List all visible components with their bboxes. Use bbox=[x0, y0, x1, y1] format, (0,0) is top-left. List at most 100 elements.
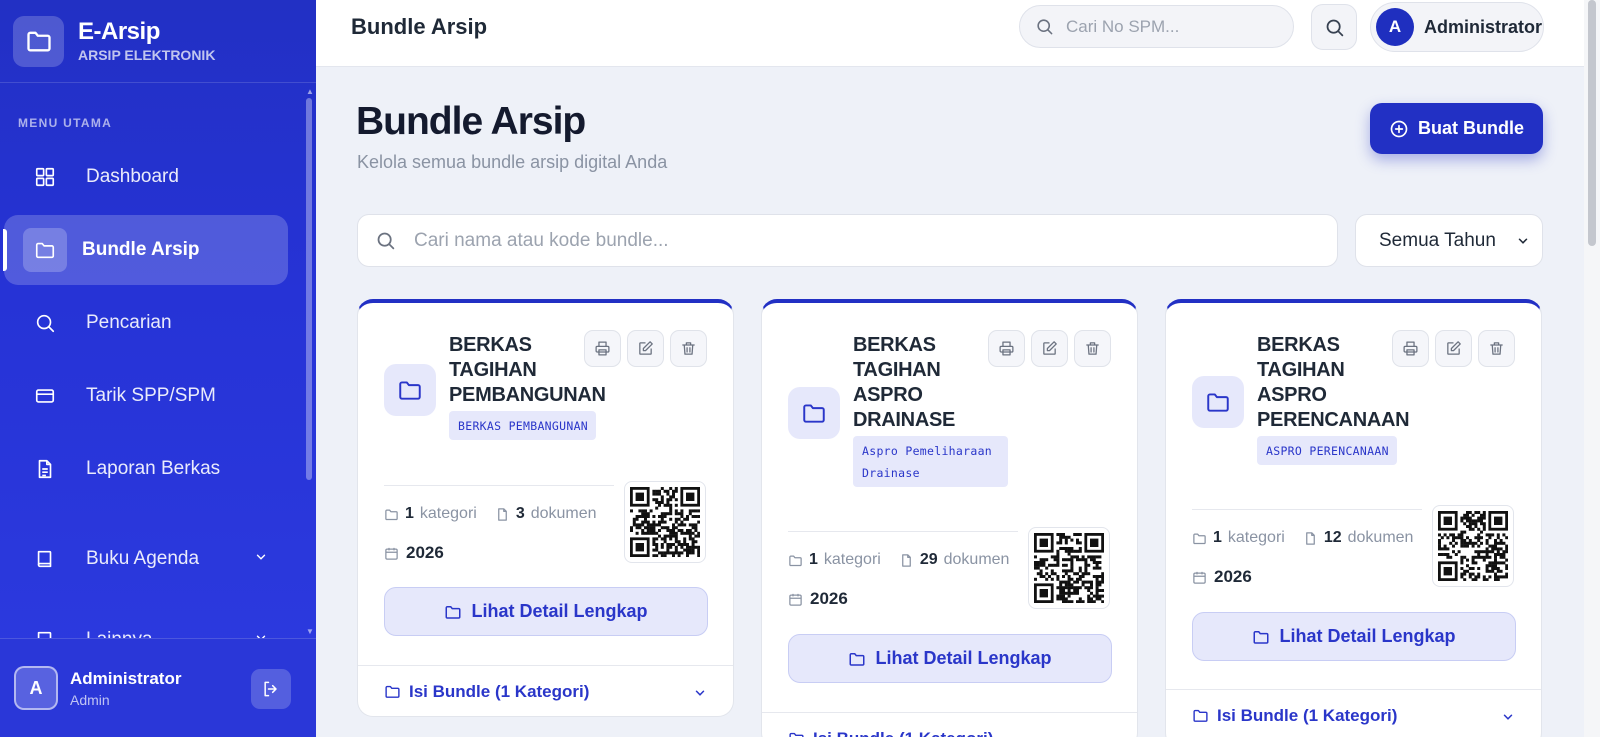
page-scroll-thumb[interactable] bbox=[1588, 0, 1596, 246]
view-detail-label: Lihat Detail Lengkap bbox=[875, 648, 1052, 668]
bundle-contents-label: Isi Bundle (1 Kategori) bbox=[1217, 705, 1398, 725]
qr-code-image bbox=[630, 487, 700, 557]
folder-icon bbox=[23, 228, 67, 272]
folder-icon bbox=[789, 732, 804, 737]
sidebar-item-laporan-berkas[interactable]: Laporan Berkas bbox=[4, 434, 288, 504]
bundle-card: BERKAS TAGIHAN PEMBANGUNAN BERKAS PEMBAN… bbox=[357, 299, 734, 717]
printer-icon bbox=[999, 341, 1014, 356]
search-icon bbox=[28, 306, 62, 340]
page-subheading: Kelola semua bundle arsip digital Anda bbox=[357, 152, 668, 172]
document-icon bbox=[497, 507, 507, 521]
avatar: A bbox=[1376, 8, 1414, 46]
kategori-count: 1 bbox=[1213, 529, 1222, 546]
qr-code[interactable] bbox=[1432, 505, 1514, 587]
kategori-label: kategori bbox=[823, 551, 881, 568]
divider bbox=[788, 531, 1018, 532]
folder-icon bbox=[1192, 376, 1244, 428]
bundle-search-input[interactable] bbox=[414, 229, 1294, 252]
view-detail-button[interactable]: Lihat Detail Lengkap bbox=[1192, 612, 1516, 661]
user-name: Administrator bbox=[1424, 16, 1543, 37]
print-button[interactable] bbox=[988, 330, 1025, 367]
create-bundle-button[interactable]: Buat Bundle bbox=[1370, 103, 1543, 154]
qr-code-image bbox=[1034, 533, 1104, 603]
document-icon bbox=[1305, 531, 1315, 545]
page-scrollbar[interactable] bbox=[1584, 0, 1600, 737]
edit-button[interactable] bbox=[627, 330, 664, 367]
menu-heading: MENU UTAMA bbox=[18, 116, 113, 130]
delete-button[interactable] bbox=[1074, 330, 1111, 367]
bundle-counts: 1 kategori 29 dokumen bbox=[788, 551, 1009, 569]
sidebar-item-tarik-spp-spm[interactable]: Tarik SPP/SPM bbox=[4, 361, 288, 431]
avatar[interactable]: A bbox=[14, 666, 58, 710]
book-icon bbox=[28, 542, 62, 576]
view-detail-label: Lihat Detail Lengkap bbox=[471, 601, 648, 621]
edit-icon bbox=[1043, 341, 1057, 355]
edit-button[interactable] bbox=[1435, 330, 1472, 367]
sidebar-scroll-thumb[interactable] bbox=[306, 98, 312, 480]
calendar-icon bbox=[385, 547, 398, 560]
bundle-year-value: 2026 bbox=[406, 543, 444, 562]
bundle-contents-toggle[interactable]: Isi Bundle (1 Kategori) bbox=[358, 665, 733, 717]
user-menu[interactable]: A Administrator bbox=[1370, 2, 1544, 52]
app-subtitle: ARSIP ELEKTRONIK bbox=[78, 47, 216, 63]
bundle-search[interactable] bbox=[357, 214, 1338, 267]
qr-code[interactable] bbox=[624, 481, 706, 563]
chevron-down-icon bbox=[1503, 714, 1513, 720]
search-button[interactable] bbox=[1311, 4, 1357, 50]
kategori-label: kategori bbox=[1227, 529, 1285, 546]
edit-icon bbox=[1447, 341, 1461, 355]
trash-icon bbox=[1490, 342, 1503, 355]
edit-button[interactable] bbox=[1031, 330, 1068, 367]
page-title: Bundle Arsip bbox=[351, 14, 488, 39]
sidebar-item-label: Buku Agenda bbox=[86, 548, 200, 569]
spm-search[interactable] bbox=[1019, 5, 1294, 48]
folder-icon bbox=[384, 364, 436, 416]
bundle-counts: 1 kategori 12 dokumen bbox=[1192, 529, 1413, 547]
search-icon bbox=[1037, 19, 1053, 35]
sidebar-scrollbar[interactable]: ▲ ▼ bbox=[306, 88, 314, 636]
bundle-title: BERKAS TAGIHAN ASPRO PERENCANAAN ASPRO P… bbox=[1257, 333, 1412, 465]
sidebar-item-buku-agenda[interactable]: Buku Agenda bbox=[4, 524, 288, 594]
trash-icon bbox=[682, 342, 695, 355]
bundle-contents-toggle[interactable]: Isi Bundle (1 Kategori) bbox=[762, 712, 1137, 737]
view-detail-button[interactable]: Lihat Detail Lengkap bbox=[384, 587, 708, 636]
search-icon bbox=[377, 232, 395, 250]
divider bbox=[384, 485, 614, 486]
bundle-year-value: 2026 bbox=[810, 589, 848, 608]
sidebar-item-label: Pencarian bbox=[86, 312, 172, 333]
chevron-down-icon bbox=[1518, 238, 1528, 244]
bundle-contents-toggle[interactable]: Isi Bundle (1 Kategori) bbox=[1166, 689, 1541, 737]
sidebar-user-role: Admin bbox=[70, 691, 110, 708]
chevron-down-icon bbox=[1097, 733, 1111, 737]
scroll-down-icon[interactable]: ▼ bbox=[306, 628, 314, 636]
folder-icon bbox=[1193, 533, 1206, 544]
qr-code[interactable] bbox=[1028, 527, 1110, 609]
bundle-contents-label: Isi Bundle (1 Kategori) bbox=[813, 729, 993, 737]
dokumen-count: 12 bbox=[1323, 529, 1342, 546]
sidebar-item-dashboard[interactable]: Dashboard bbox=[4, 142, 288, 212]
sidebar-item-bundle-arsip[interactable]: Bundle Arsip bbox=[3, 215, 288, 285]
bundle-counts: 1 kategori 3 dokumen bbox=[384, 505, 597, 523]
bundle-year: 2026 bbox=[384, 543, 444, 563]
delete-button[interactable] bbox=[1478, 330, 1515, 367]
print-button[interactable] bbox=[1392, 330, 1429, 367]
print-button[interactable] bbox=[584, 330, 621, 367]
chevron-down-icon bbox=[695, 690, 705, 696]
delete-button[interactable] bbox=[670, 330, 707, 367]
brand[interactable]: E-Arsip ARSIP ELEKTRONIK bbox=[0, 0, 316, 83]
document-icon bbox=[28, 452, 62, 486]
spm-search-input[interactable] bbox=[1066, 16, 1286, 37]
bundle-year: 2026 bbox=[788, 589, 848, 609]
year-filter-select[interactable]: Semua Tahun bbox=[1355, 214, 1543, 267]
view-detail-label: Lihat Detail Lengkap bbox=[1279, 626, 1456, 646]
folder-icon bbox=[13, 15, 64, 67]
sidebar-user-name: Administrator bbox=[70, 668, 182, 688]
view-detail-button[interactable]: Lihat Detail Lengkap bbox=[788, 634, 1112, 683]
chevron-down-icon bbox=[256, 554, 266, 560]
logout-button[interactable] bbox=[251, 669, 291, 709]
scroll-up-icon[interactable]: ▲ bbox=[306, 88, 314, 96]
bundle-year-value: 2026 bbox=[1214, 567, 1252, 586]
divider bbox=[1192, 509, 1422, 510]
sidebar-item-pencarian[interactable]: Pencarian bbox=[4, 288, 288, 358]
bundle-card: BERKAS TAGIHAN ASPRO DRAINASE Aspro Peme… bbox=[761, 299, 1138, 737]
